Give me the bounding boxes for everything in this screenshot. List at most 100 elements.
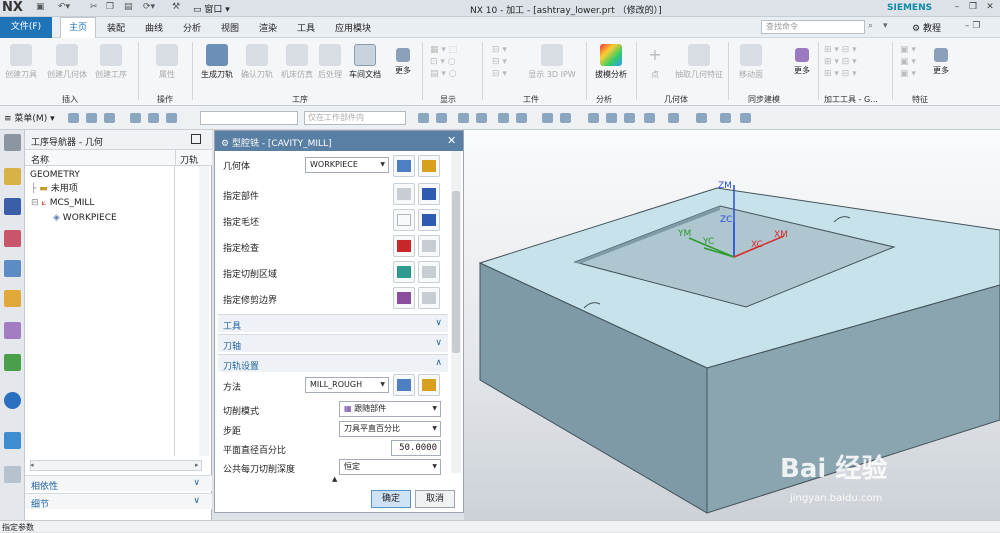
copy-icon[interactable]: ❐ — [106, 2, 114, 14]
specify-check-button[interactable] — [393, 235, 415, 257]
machining-tools[interactable]: ⊞ ▾ ⊟ ▾ ⊞ ▾ ⊟ ▾ ⊞ ▾ ⊟ ▾ — [824, 44, 884, 88]
ok-button[interactable]: 确定 — [371, 490, 411, 508]
view-icon[interactable] — [740, 113, 751, 123]
selection-icon[interactable] — [166, 113, 177, 123]
display-part-button[interactable] — [418, 183, 440, 205]
save-icon[interactable]: ▣ — [36, 2, 45, 14]
view-icon[interactable] — [588, 113, 599, 123]
tree-item-mcs-mill[interactable]: ⊟ ⟀ MCS_MILL — [31, 196, 94, 210]
generate-toolpath-button[interactable]: 生成刀轨 — [198, 44, 236, 80]
tool-axis-section[interactable]: 刀轴 ∨ — [218, 334, 448, 352]
specify-blank-button[interactable] — [393, 209, 415, 231]
selection-icon[interactable] — [148, 113, 159, 123]
close-icon[interactable]: ✕ — [447, 134, 456, 147]
cut-pattern-select[interactable]: ▦ 跟随部件 — [339, 401, 441, 417]
new-geometry-button[interactable] — [393, 155, 415, 177]
tab-assembly[interactable]: 装配 — [107, 21, 125, 34]
web-browser-icon[interactable] — [4, 354, 21, 371]
cut-icon[interactable]: ✂ — [90, 2, 98, 14]
point-button[interactable]: + 点 — [640, 44, 670, 80]
system-materials-icon[interactable] — [4, 432, 21, 449]
paste-icon[interactable]: ▤ — [124, 2, 133, 14]
snap-icon[interactable] — [498, 113, 509, 123]
create-geometry-button[interactable]: 创建几何体 — [44, 44, 90, 80]
minimize-icon[interactable]: – — [950, 2, 964, 14]
window-menu[interactable]: ▭ 窗口 ▾ — [193, 2, 230, 15]
repeat-command-icon[interactable]: ⟳▾ — [143, 2, 155, 14]
extract-geometry-button[interactable]: 抽取几何特征 — [674, 44, 724, 80]
view-icon[interactable] — [720, 113, 731, 123]
snap-icon[interactable] — [476, 113, 487, 123]
file-menu[interactable]: 文件(F) — [0, 17, 52, 38]
details-panel[interactable]: 细节 ∨ — [25, 493, 212, 510]
search-icon[interactable]: ⌕ — [868, 21, 873, 31]
type-filter-select[interactable] — [200, 111, 298, 125]
display-blank-button[interactable] — [418, 209, 440, 231]
snap-icon[interactable] — [436, 113, 447, 123]
specify-trim-boundary-button[interactable] — [393, 287, 415, 309]
dialog-scrollbar[interactable] — [451, 151, 461, 473]
column-toolpath[interactable]: 刀轨 — [175, 150, 198, 166]
undo-icon[interactable]: ↶▾ — [58, 2, 70, 14]
edit-method-button[interactable] — [418, 374, 440, 396]
reuse-library-icon[interactable] — [4, 290, 21, 307]
create-operation-button[interactable]: 创建工序 — [92, 44, 130, 80]
tool-section[interactable]: 工具 ∨ — [218, 314, 448, 332]
maximize-icon[interactable] — [191, 134, 201, 144]
machine-simulation-button[interactable]: 机床仿真 — [278, 44, 316, 80]
tab-curve[interactable]: 曲线 — [145, 21, 163, 34]
tab-render[interactable]: 渲染 — [259, 21, 277, 34]
draft-analysis-button[interactable]: 拔模分析 — [590, 44, 632, 80]
vertical-scrollbar[interactable] — [199, 166, 209, 456]
geometry-select[interactable]: WORKPIECE — [305, 157, 389, 173]
more-feature-button[interactable]: 更多 — [928, 44, 954, 76]
tree-item-geometry[interactable]: GEOMETRY — [30, 168, 80, 182]
view-icon[interactable] — [624, 113, 635, 123]
shop-docs-button[interactable]: 车间文档 — [346, 44, 384, 80]
more-operations-button[interactable]: 更多 — [388, 44, 418, 76]
flat-diameter-percent-input[interactable]: 50.0000 — [391, 440, 441, 456]
dependencies-panel[interactable]: 相依性 ∨ — [25, 475, 212, 492]
more-sync-button[interactable]: 更多 — [788, 44, 816, 76]
graphics-viewport[interactable]: ZM ZC YM YC XC XM — [464, 130, 1000, 520]
new-method-button[interactable] — [393, 374, 415, 396]
specify-cut-area-button[interactable] — [393, 261, 415, 283]
snap-icon[interactable] — [458, 113, 469, 123]
workpiece-tools[interactable]: ⊟ ▾ ⊟ ▾ ⊟ ▾ — [492, 44, 522, 88]
selection-icon[interactable] — [68, 113, 79, 123]
machine-tool-navigator-icon[interactable] — [4, 198, 21, 215]
close-icon[interactable]: ✕ — [983, 2, 997, 14]
scope-filter-select[interactable]: 仅在工作部件内 — [304, 111, 406, 125]
scroll-right-icon[interactable]: ▸ — [195, 461, 199, 469]
tab-home[interactable]: 主页 — [60, 17, 97, 38]
tutorial-link[interactable]: ⚙ 教程 — [912, 21, 941, 34]
machining-feature-navigator-icon[interactable] — [4, 230, 21, 247]
properties-button[interactable]: 属性 — [152, 44, 182, 80]
postprocess-button[interactable]: 后处理 — [314, 44, 346, 80]
selection-icon[interactable] — [86, 113, 97, 123]
selection-icon[interactable] — [130, 113, 141, 123]
snap-icon[interactable] — [560, 113, 571, 123]
move-face-button[interactable]: 移动面 — [734, 44, 768, 80]
view-icon[interactable] — [696, 113, 707, 123]
view-icon[interactable] — [606, 113, 617, 123]
snap-icon[interactable] — [418, 113, 429, 123]
part-navigator-icon[interactable] — [4, 260, 21, 277]
common-depth-select[interactable]: 恒定 — [339, 459, 441, 475]
scrollbar-thumb[interactable] — [452, 191, 460, 353]
hd3d-tools-icon[interactable] — [4, 322, 21, 339]
selection-icon[interactable] — [104, 113, 115, 123]
snap-icon[interactable] — [516, 113, 527, 123]
view-icon[interactable] — [644, 113, 655, 123]
tab-applications[interactable]: 应用模块 — [335, 21, 371, 34]
scroll-left-icon[interactable]: ◂ — [30, 461, 34, 469]
horizontal-scrollbar[interactable] — [30, 460, 202, 471]
touch-mode-icon[interactable]: ⚒ — [172, 2, 180, 14]
feature-tools[interactable]: ▣ ▾ ▣ ▾ ▣ ▾ — [900, 44, 924, 88]
tree-item-unused[interactable]: ├ ▬ 未用项 — [31, 182, 78, 196]
restore-icon[interactable]: ❐ — [966, 2, 980, 14]
operation-navigator-icon[interactable] — [4, 168, 21, 185]
stepover-select[interactable]: 刀具平直百分比 — [339, 421, 441, 437]
tab-tools[interactable]: 工具 — [297, 21, 315, 34]
role-icon[interactable] — [4, 466, 21, 483]
